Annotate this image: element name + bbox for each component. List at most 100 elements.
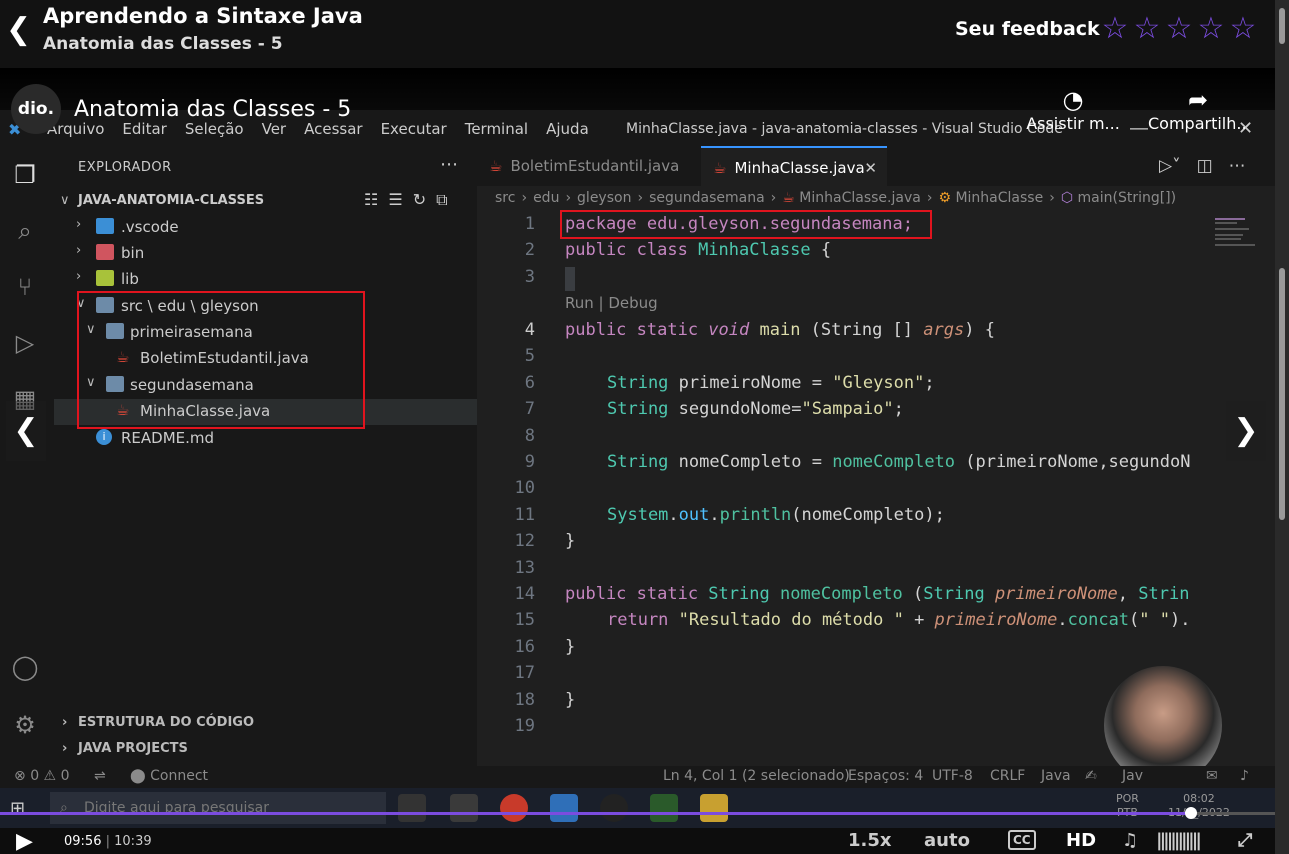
file-explorer-icon[interactable] xyxy=(700,794,728,822)
progress-handle[interactable] xyxy=(1184,807,1197,819)
tree-item-readme[interactable]: i README.md xyxy=(54,426,477,452)
menu-item[interactable]: Ajuda xyxy=(546,120,589,138)
minimize-icon[interactable]: ― xyxy=(1130,118,1148,139)
menu-item[interactable]: Executar xyxy=(381,120,447,138)
breadcrumb-item[interactable]: src xyxy=(495,190,515,206)
breadcrumb-item[interactable]: main(String[]) xyxy=(1078,190,1177,206)
breadcrumb-item[interactable]: gleyson xyxy=(577,190,631,206)
star-icon[interactable]: ☆ xyxy=(1100,12,1130,46)
scrollbar-thumb[interactable] xyxy=(1279,268,1285,520)
split-editor-icon[interactable]: ◫ xyxy=(1197,156,1213,176)
tree-item-bin[interactable]: › bin xyxy=(54,241,477,267)
taskbar-search[interactable]: ⌕ Digite aqui para pesquisar xyxy=(50,792,386,824)
star-icon[interactable]: ☆ xyxy=(1228,12,1258,46)
next-lesson-arrow-icon[interactable]: ❯ xyxy=(1226,401,1266,461)
code-line: String nomeCompleto = nomeCompleto (prim… xyxy=(607,452,1190,472)
tree-item-label: lib xyxy=(121,270,139,288)
vscode-taskbar-icon[interactable] xyxy=(550,794,578,822)
encoding[interactable]: UTF-8 xyxy=(932,768,973,784)
java-status[interactable]: Jav xyxy=(1122,768,1143,784)
gear-icon[interactable]: ⚙ xyxy=(10,710,40,740)
app-icon[interactable] xyxy=(600,794,628,822)
code-token: void xyxy=(708,320,750,340)
hd-button[interactable]: HD xyxy=(1066,830,1096,851)
tab-boletim[interactable]: ☕ BoletimEstudantil.java xyxy=(477,146,689,186)
line-ending[interactable]: CRLF xyxy=(990,768,1025,784)
captions-button[interactable]: CC xyxy=(1008,830,1036,850)
language-mode[interactable]: Java xyxy=(1041,768,1071,784)
new-folder-icon[interactable]: ☰ xyxy=(388,190,402,210)
errors-indicator[interactable]: ⊗ 0 ⚠ 0 xyxy=(14,768,69,784)
breadcrumb-item[interactable]: MinhaClasse xyxy=(955,190,1043,206)
code-token: ) { xyxy=(964,320,995,340)
menu-item[interactable]: Terminal xyxy=(465,120,528,138)
line-number: 1 xyxy=(524,214,535,234)
files-icon[interactable]: ❐ xyxy=(10,160,40,190)
app-icon[interactable] xyxy=(650,794,678,822)
search-icon: ⌕ xyxy=(60,800,68,816)
more-actions-icon[interactable]: ⋯ xyxy=(1229,156,1246,176)
close-tab-icon[interactable]: ✕ xyxy=(864,148,877,188)
progress-bar[interactable] xyxy=(0,807,1275,819)
more-actions-icon[interactable]: ⋯ xyxy=(440,154,458,175)
collapse-icon[interactable]: ⧉ xyxy=(436,190,447,210)
remote-icon[interactable]: ⇌ xyxy=(94,768,106,784)
fullscreen-icon[interactable]: ⤢ xyxy=(1238,830,1252,851)
scrollbar-thumb[interactable] xyxy=(1279,8,1285,44)
share-button[interactable]: ➦ Compartilh... xyxy=(1148,86,1248,133)
volume-icon[interactable]: ♫ xyxy=(1122,830,1138,851)
run-icon[interactable]: ▷˅ xyxy=(1159,156,1181,176)
code-editor[interactable]: 1 package edu.gleyson.segundasemana; 2 pub… xyxy=(477,210,1207,766)
quality-button[interactable]: auto xyxy=(924,830,970,851)
watch-later-button[interactable]: ◔ Assistir m... xyxy=(1023,86,1123,133)
source-control-icon[interactable]: ⑂ xyxy=(10,272,40,302)
code-token: concat xyxy=(1067,610,1130,630)
warnings-count: 0 xyxy=(60,768,70,784)
section-java-projects[interactable]: › JAVA PROJECTS xyxy=(54,736,477,762)
menu-item[interactable]: Acessar xyxy=(304,120,362,138)
account-icon[interactable]: ◯ xyxy=(10,652,40,682)
code-token: , xyxy=(1117,584,1139,604)
menu-item[interactable]: Ver xyxy=(262,120,287,138)
minimap[interactable] xyxy=(1207,214,1275,766)
tab-minhaclasse[interactable]: ☕ MinhaClasse.java ✕ xyxy=(701,146,887,186)
feedback-icon[interactable]: ✉ xyxy=(1206,768,1218,784)
indentation[interactable]: Espaços: 4 xyxy=(848,768,923,784)
menu-item[interactable]: Seleção xyxy=(185,120,244,138)
thumbs-up-icon[interactable]: ✍ xyxy=(1085,768,1097,784)
windows-start-icon[interactable]: ⊞ xyxy=(10,798,25,819)
chrome-icon[interactable] xyxy=(500,794,528,822)
refresh-icon[interactable]: ↻ xyxy=(413,190,426,210)
run-debug-icon[interactable]: ▷ xyxy=(10,328,40,358)
chevron-right-icon: › xyxy=(76,269,82,284)
taskbar-clock[interactable]: 08:0211/0_/2022 xyxy=(1168,792,1230,820)
back-arrow-icon[interactable]: ❮ xyxy=(6,12,31,48)
explorer-root[interactable]: ∨ JAVA-ANATOMIA-CLASSES ☷ ☰ ↻ ⧉ xyxy=(54,190,477,212)
codelens-run-debug[interactable]: Run | Debug xyxy=(565,294,658,312)
breadcrumb-item[interactable]: MinhaClasse.java xyxy=(799,190,921,206)
volume-slider[interactable]: |||||||||||| xyxy=(1156,830,1202,851)
breadcrumb-item[interactable]: edu xyxy=(533,190,559,206)
task-view-icon[interactable] xyxy=(398,794,426,822)
breadcrumb-item[interactable]: segundasemana xyxy=(649,190,765,206)
app-icon[interactable] xyxy=(450,794,478,822)
section-outline[interactable]: › ESTRUTURA DO CÓDIGO xyxy=(54,710,477,736)
video-player[interactable]: ✖ Arquivo Editar Seleção Ver Acessar Exe… xyxy=(0,68,1275,828)
connect-button[interactable]: ⬤ Connect xyxy=(130,768,208,784)
new-file-icon[interactable]: ☷ xyxy=(364,190,378,210)
play-icon[interactable]: ▶ xyxy=(16,830,33,854)
menu-item[interactable]: Editar xyxy=(122,120,166,138)
star-icon[interactable]: ☆ xyxy=(1164,12,1194,46)
code-token: . xyxy=(1057,610,1068,630)
prev-lesson-arrow-icon[interactable]: ❮ xyxy=(6,401,46,461)
tree-item-lib[interactable]: › lib xyxy=(54,267,477,293)
cursor-position[interactable]: Ln 4, Col 1 (2 selecionado) xyxy=(663,768,850,784)
line-number: 19 xyxy=(514,716,535,736)
notifications-icon[interactable]: ♪ xyxy=(1240,768,1249,784)
input-language[interactable]: PORPTB xyxy=(1116,792,1139,820)
search-icon[interactable]: ⌕ xyxy=(10,216,40,246)
tree-item-vscode[interactable]: › .vscode xyxy=(54,215,477,241)
star-icon[interactable]: ☆ xyxy=(1196,12,1226,46)
star-icon[interactable]: ☆ xyxy=(1132,12,1162,46)
speed-button[interactable]: 1.5x xyxy=(848,830,892,851)
